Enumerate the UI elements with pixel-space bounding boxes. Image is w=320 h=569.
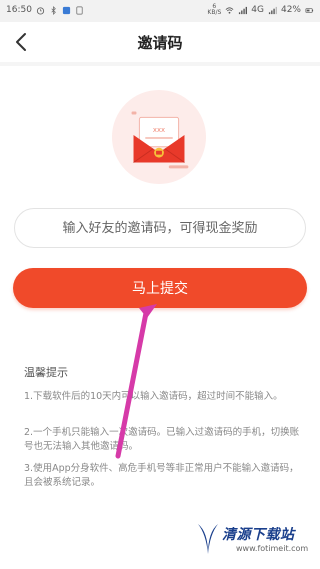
status-time: 16:50: [6, 5, 32, 15]
signal-icon-2: [268, 6, 277, 14]
network-type: 4G: [251, 5, 264, 15]
sim-icon: [76, 6, 83, 14]
tip-item: 1.下载软件后的10天内可以输入邀请码，超过时间不能输入。: [24, 391, 283, 402]
app-notification-icon: [62, 6, 71, 14]
watermark-name: 清源下载站: [222, 527, 295, 543]
tip-item: 2.一个手机只能输入一次邀请码。已输入过邀请码的手机，切换账号也无法输入其他邀请…: [24, 427, 300, 452]
alarm-icon: [36, 6, 45, 15]
status-left: 16:50: [6, 5, 84, 15]
red-envelope-illustration: xxx: [111, 89, 207, 185]
nav-bar: 邀请码: [0, 22, 320, 63]
watermark-logo-icon: [198, 524, 218, 554]
watermark-url: www.fotimeit.com: [236, 544, 309, 553]
tip-item: 3.使用App分身软件、高危手机号等非正常用户不能输入邀请码，且会被系统记录。: [24, 463, 299, 488]
battery-percent: 42%: [280, 5, 301, 15]
tips-title: 温馨提示: [24, 366, 68, 379]
battery-icon: [305, 7, 314, 13]
submit-button-label: 马上提交: [132, 281, 188, 297]
net-speed: 6 KB/S: [207, 3, 222, 16]
divider: [0, 62, 320, 66]
page-title: 邀请码: [137, 34, 183, 52]
submit-button[interactable]: 马上提交: [13, 268, 307, 308]
wifi-icon: [225, 6, 234, 14]
watermark: 清源下载站 www.fotimeit.com: [196, 520, 314, 564]
status-bar: 16:50 6 KB/S 4G 42%: [0, 0, 320, 22]
svg-text:xxx: xxx: [153, 126, 165, 134]
invite-code-input[interactable]: [14, 208, 306, 248]
status-right: 6 KB/S 4G 42%: [207, 4, 314, 16]
bluetooth-icon: [51, 5, 56, 15]
signal-icon: [239, 6, 248, 14]
